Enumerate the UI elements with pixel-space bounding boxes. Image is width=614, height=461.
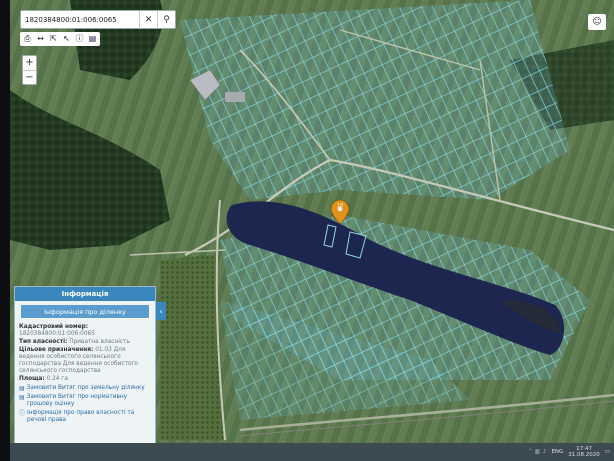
ownership-info-link[interactable]: ⓘ Інформація про право власності та речо…	[19, 410, 151, 424]
field-label: Кадастровий номер:	[19, 324, 89, 330]
info-icon: ⓘ	[19, 410, 26, 417]
document-icon: ▤	[19, 394, 25, 401]
cadastral-search-bar: ✕ ⚲	[20, 10, 176, 29]
clock-date: 31.08.2020	[568, 452, 600, 458]
network-icon[interactable]: ▥	[535, 449, 540, 455]
tray-icons: ˄ ▥ ♪	[529, 449, 546, 455]
field-ownership-type: Тип власності: Приватна власність	[19, 339, 151, 346]
os-taskbar: ˄ ▥ ♪ ENG 17:47 31.08.2020 ▭	[10, 443, 614, 461]
order-valuation-link[interactable]: ▤ Замовити Витяг про нормативну грошову …	[19, 394, 151, 408]
field-purpose: Цільове призначення: 01.03 Для ведення о…	[19, 347, 151, 375]
field-label: Площа:	[19, 376, 45, 382]
language-indicator[interactable]: ENG	[551, 449, 563, 455]
export-icon[interactable]: ⇱	[48, 33, 59, 45]
volume-icon[interactable]: ♪	[543, 449, 547, 455]
field-value: Приватна власність	[69, 339, 130, 345]
zoom-out-button[interactable]: −	[23, 69, 36, 85]
field-value: 1820384800:01:006:0065	[19, 331, 95, 337]
field-value: 0.24 га	[46, 376, 68, 382]
cursor-icon[interactable]: ↖	[61, 33, 72, 45]
panel-title: Інформація	[15, 287, 155, 301]
document-icon[interactable]: ▤	[87, 33, 98, 45]
field-area: Площа: 0.24 га	[19, 376, 151, 383]
zoom-control: + −	[22, 55, 37, 85]
document-icon: ▤	[19, 385, 25, 392]
field-cadastral-number: Кадастровий номер: 1820384800:01:006:006…	[19, 324, 151, 338]
panel-subtitle-button[interactable]: Інформація про ділянку	[21, 305, 149, 318]
link-text: Замовити Витяг про земельну ділянку	[26, 385, 145, 391]
collapse-panel-button[interactable]: ‹	[156, 302, 166, 320]
info-icon[interactable]: ⓘ	[74, 33, 85, 45]
link-text: Інформація про право власності та речові…	[27, 410, 135, 423]
field-label: Цільове призначення:	[19, 347, 94, 353]
user-icon[interactable]: ☺	[588, 14, 606, 30]
map-toolbar: ⎙ ↔ ⇱ ↖ ⓘ ▤	[20, 32, 100, 46]
print-icon[interactable]: ⎙	[22, 33, 33, 45]
panel-body: Кадастровий номер: 1820384800:01:006:006…	[15, 322, 155, 426]
clock[interactable]: 17:47 31.08.2020	[568, 446, 600, 458]
link-text: Замовити Витяг про нормативну грошову оц…	[26, 394, 128, 407]
order-extract-link[interactable]: ▤ Замовити Витяг про земельну ділянку	[19, 385, 151, 392]
search-icon[interactable]: ⚲	[157, 11, 175, 28]
measure-icon[interactable]: ↔	[35, 33, 46, 45]
field-label: Тип власності:	[19, 339, 68, 345]
cadastral-search-input[interactable]	[21, 15, 139, 24]
close-icon[interactable]: ✕	[139, 11, 157, 28]
chevron-up-icon[interactable]: ˄	[529, 449, 532, 455]
parcel-info-panel: Інформація Інформація про ділянку Кадаст…	[14, 286, 156, 454]
zoom-in-button[interactable]: +	[23, 56, 36, 70]
map-window: 18 ✕ ⚲ ⎙ ↔ ⇱ ↖ ⓘ ▤ + − ☺ Інформація Інфо…	[10, 0, 614, 461]
notification-icon[interactable]: ▭	[605, 449, 610, 455]
